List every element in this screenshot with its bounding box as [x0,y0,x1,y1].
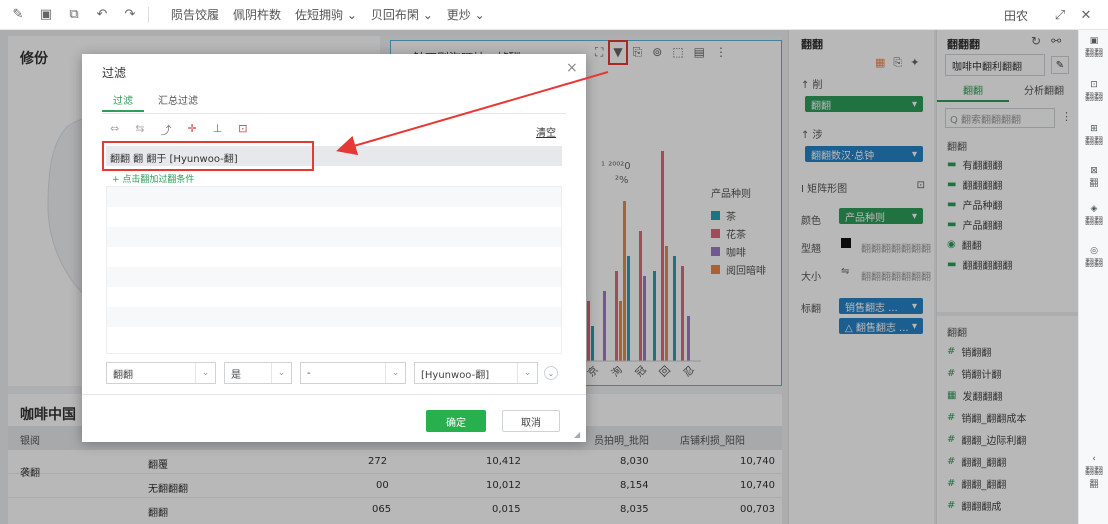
delete-icon[interactable]: ⊡ [238,122,247,138]
rail-icon: ⊠ [1090,166,1098,176]
filter-toolbar: ⇔ ⇆ ⤴ ✛ ⊥ ⊡ [110,122,247,138]
tab-summary-filter[interactable]: 汇总过滤 [158,92,198,107]
and-icon[interactable]: ⇔ [110,122,119,138]
ok-button[interactable]: 确定 [426,410,486,432]
dialog-title: 过滤 [102,66,127,80]
select-value: 翻翻 [113,369,133,381]
menu-item[interactable]: 佩阴杵数 [233,6,281,23]
rail-label: 翻翻 [1084,217,1103,227]
rail-item[interactable]: ‹ 翻翻翻 [1081,454,1107,490]
divider [148,6,149,23]
chevron-down-icon: ⌄ [385,363,405,383]
resize-handle-icon[interactable]: ◢ [574,430,580,439]
rail-icon: ◎ [1090,246,1098,256]
save-as-icon[interactable]: ⧉ [64,5,84,25]
rail-label: 翻翻翻 [1084,467,1103,490]
undo-icon[interactable]: ↶ [92,5,112,25]
operator-select[interactable]: 是 ⌄ [224,362,292,384]
select-value: [Hyunwoo-翻] [421,369,490,381]
menu-item[interactable]: 贝回布閑 ⌄ [371,6,433,23]
filter-dialog: 过滤 × 过滤 汇总过滤 ⇔ ⇆ ⤴ ✛ ⊥ ⊡ 清空 翻翻 翻 翻于 [Hyu… [82,54,586,442]
right-rail: ▣ 翻翻 ⊡ 翻翻 ⊞ 翻翻 ⊠ 翻 ◈ 翻翻 ◎ 翻翻 ‹ 翻翻翻 [1078,30,1108,524]
chevron-down-icon: ⌄ [517,363,537,383]
empty-row [107,287,561,307]
redo-icon[interactable]: ↷ [120,5,140,25]
or-icon[interactable]: ⇆ [135,122,144,138]
cancel-button[interactable]: 取消 [502,410,560,432]
add-condition-link[interactable]: + 点击翻加过翻条件 [112,172,194,185]
rail-icon: ◈ [1090,204,1098,214]
mode-select[interactable]: - ⌄ [300,362,406,384]
select-value: 是 [231,369,241,381]
rail-item[interactable]: ⊞ 翻翻 [1081,124,1107,147]
rail-item[interactable]: ⊠ 翻 [1081,166,1107,189]
tab-filter[interactable]: 过滤 [102,92,144,112]
tab-label: 过滤 [113,96,133,107]
button-label: 确定 [446,417,466,429]
empty-row [107,267,561,287]
rail-icon: ⊡ [1090,80,1098,90]
rail-label: 翻翻 [1084,93,1103,103]
close-icon[interactable]: × [566,60,578,76]
more-options-icon[interactable]: ⌄ [544,366,558,380]
empty-row [107,247,561,267]
tab-divider [102,113,566,114]
add-formula-icon[interactable]: ⊥ [213,122,223,138]
add-condition-icon[interactable]: ✛ [187,122,196,138]
empty-row [107,307,561,327]
edit-icon[interactable]: ✎ [8,5,28,25]
rail-label: 翻翻 [1084,137,1103,147]
rail-item[interactable]: ▣ 翻翻 [1081,36,1107,59]
tab-label: 汇总过滤 [158,96,198,107]
fullscreen-icon[interactable]: ⤢ [1050,5,1070,25]
select-value: - [307,367,311,379]
close-icon[interactable]: ✕ [1076,5,1096,25]
menu-item[interactable]: 陨告饺履 [171,6,219,23]
empty-row [107,207,561,227]
chevron-down-icon: ⌄ [195,363,215,383]
empty-row [107,187,561,207]
condition-list [106,186,562,354]
rail-label: 翻翻 [1084,49,1103,59]
rail-icon: ▣ [1089,36,1099,46]
preview-label[interactable]: 田农 [1004,7,1028,24]
rail-label: 翻翻 [1084,259,1103,269]
rail-label: 翻 [1089,179,1099,189]
rail-item[interactable]: ◎ 翻翻 [1081,246,1107,269]
empty-row [107,227,561,247]
menu-item[interactable]: 更炒 ⌄ [447,6,485,23]
chevron-down-icon: ⌄ [271,363,291,383]
value-select[interactable]: [Hyunwoo-翻] ⌄ [414,362,538,384]
rail-item[interactable]: ⊡ 翻翻 [1081,80,1107,103]
field-select[interactable]: 翻翻 ⌄ [106,362,216,384]
condition-row[interactable]: 翻翻 翻 翻于 [Hyunwoo-翻] [102,141,562,171]
menu-item[interactable]: 佐短拥驹 ⌄ [295,6,357,23]
button-label: 取消 [521,417,541,429]
collapse-icon: ‹ [1092,454,1096,464]
empty-row [107,327,561,347]
dialog-footer-divider [82,394,586,395]
rail-item[interactable]: ◈ 翻翻 [1081,204,1107,227]
condition-text: 翻翻 翻 翻于 [Hyunwoo-翻] [110,154,238,165]
rail-icon: ⊞ [1090,124,1098,134]
indent-icon[interactable]: ⤴ [160,122,171,138]
clear-link[interactable]: 清空 [536,124,556,139]
top-toolbar: ✎ ▣ ⧉ ↶ ↷ 陨告饺履 佩阴杵数 佐短拥驹 ⌄ 贝回布閑 ⌄ 更炒 ⌄ 田… [0,0,1108,30]
save-icon[interactable]: ▣ [36,5,56,25]
